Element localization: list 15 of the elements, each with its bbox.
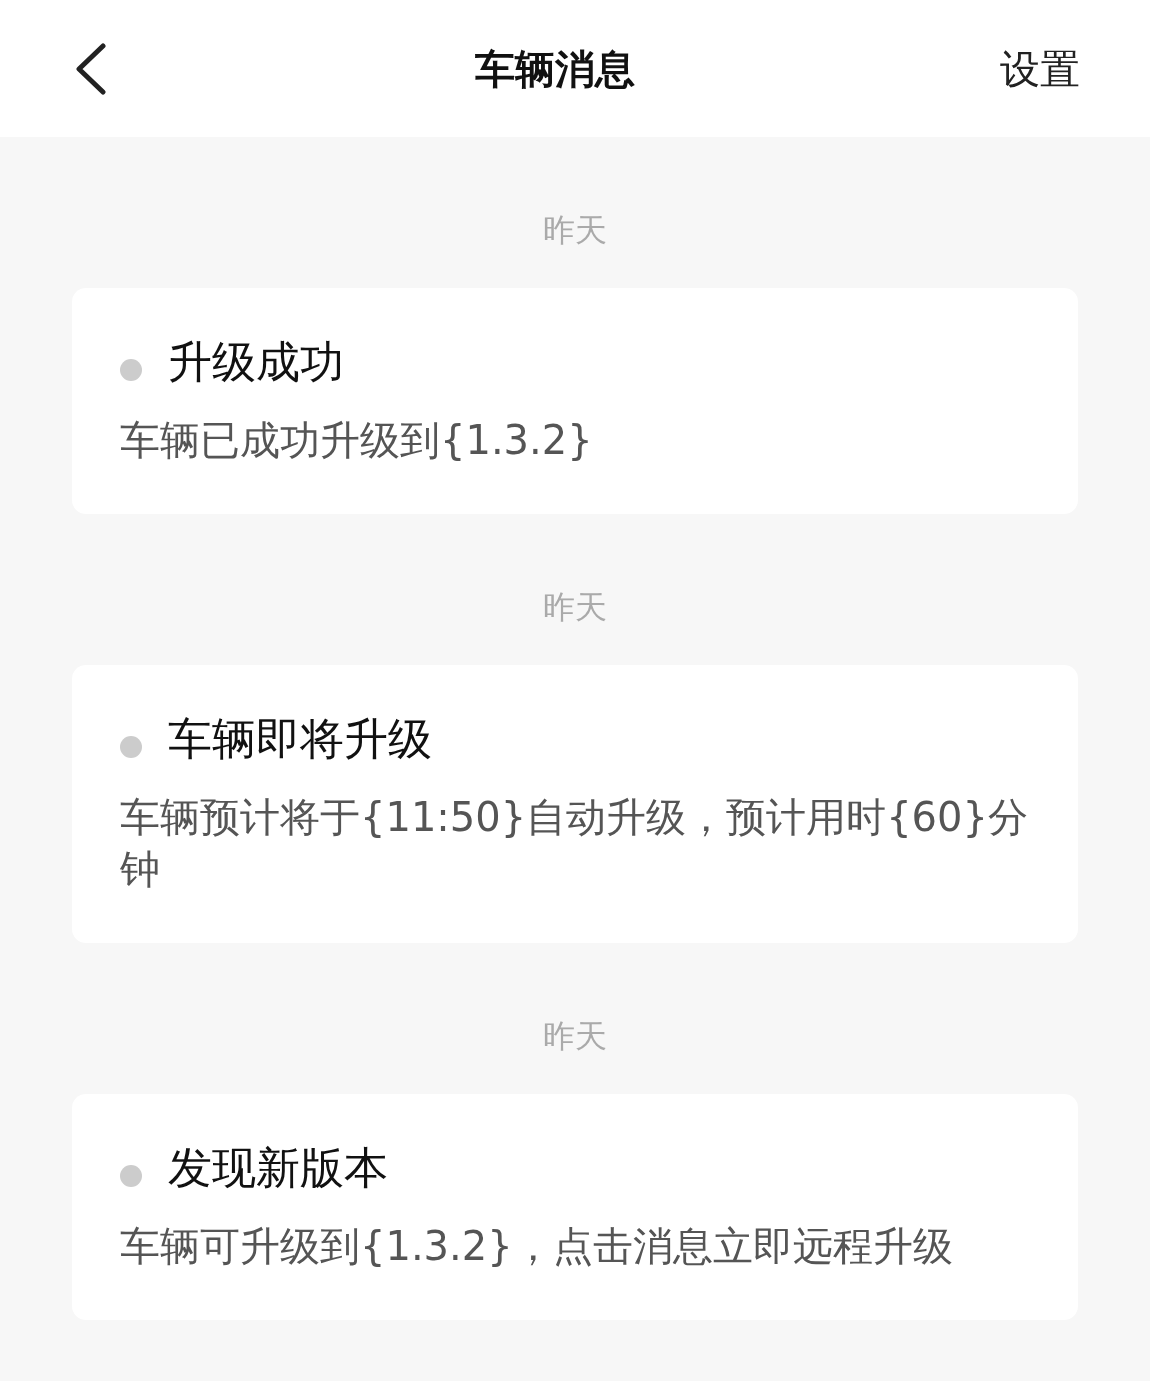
date-label: 昨天 [543, 1016, 607, 1056]
message-card[interactable]: 发现新版本 车辆可升级到{1.3.2}，点击消息立即远程升级 [72, 1094, 1078, 1320]
message-title: 车辆即将升级 [168, 713, 432, 765]
message-card[interactable]: 升级成功 车辆已成功升级到{1.3.2} [72, 288, 1078, 514]
message-body: 车辆已成功升级到{1.3.2} [120, 416, 594, 465]
page-title: 车辆消息 [475, 44, 635, 94]
message-card[interactable]: 车辆即将升级 车辆预计将于{11:50}自动升级，预计用时{60}分钟 [72, 665, 1078, 943]
date-label: 昨天 [543, 587, 607, 627]
message-title: 升级成功 [168, 336, 344, 388]
settings-button[interactable]: 设置 [1000, 38, 1080, 99]
date-label: 昨天 [543, 210, 607, 250]
back-icon [73, 42, 107, 95]
message-body: 车辆可升级到{1.3.2}，点击消息立即远程升级 [120, 1222, 954, 1271]
message-title: 发现新版本 [168, 1142, 388, 1194]
message-body: 车辆预计将于{11:50}自动升级，预计用时{60}分钟 [120, 793, 1029, 894]
